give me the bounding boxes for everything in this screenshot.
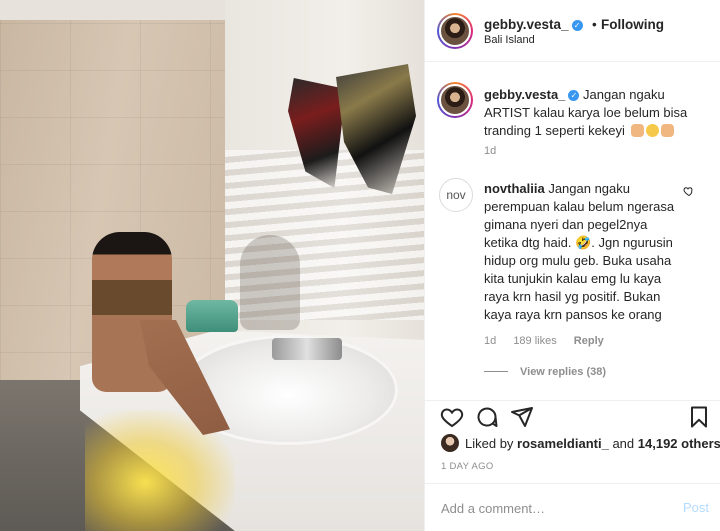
comment-icon[interactable] bbox=[475, 405, 499, 429]
liker-username[interactable]: rosameldianti_ bbox=[517, 436, 609, 451]
view-replies-button[interactable]: View replies (38) bbox=[484, 366, 606, 378]
post-date[interactable]: 1 DAY AGO bbox=[441, 461, 494, 472]
action-bar bbox=[425, 400, 720, 430]
add-comment-bar: Post bbox=[425, 483, 720, 531]
comment-text: novthaliia Jangan ngaku perempuan kalau … bbox=[484, 180, 684, 324]
comment-input[interactable] bbox=[441, 498, 661, 518]
verified-badge-icon: ✓ bbox=[571, 20, 583, 31]
location-link[interactable]: Bali Island bbox=[484, 34, 535, 46]
post-header: gebby.vesta_ ✓ • Following Bali Island bbox=[425, 0, 720, 62]
commenter-username[interactable]: novthaliia bbox=[484, 181, 545, 196]
bookmark-icon[interactable] bbox=[687, 405, 711, 429]
author-avatar[interactable] bbox=[437, 13, 473, 49]
caption-time: 1d bbox=[484, 145, 497, 157]
post-photo[interactable] bbox=[0, 0, 424, 531]
clapping-emoji-icon bbox=[660, 124, 674, 137]
commenter-avatar[interactable]: nov bbox=[439, 178, 473, 212]
like-heart-icon[interactable] bbox=[440, 405, 464, 429]
view-replies-label: View replies (38) bbox=[520, 366, 607, 378]
photo-jars bbox=[186, 300, 238, 332]
reply-button[interactable]: Reply bbox=[574, 335, 604, 347]
grimacing-emoji-icon bbox=[645, 124, 659, 137]
photo-faucet bbox=[272, 338, 342, 360]
photo-shadow bbox=[240, 235, 300, 330]
author-username[interactable]: gebby.vesta_ ✓ bbox=[484, 17, 583, 32]
replies-divider bbox=[484, 371, 508, 372]
caption-text: gebby.vesta_ ✓ Jangan ngaku ARTIST kalau … bbox=[484, 86, 709, 140]
comment-meta: 1d 189 likes Reply bbox=[484, 335, 618, 347]
likes-middle: and bbox=[612, 436, 635, 451]
liker-avatar[interactable] bbox=[441, 434, 459, 452]
comment-likes[interactable]: 189 likes bbox=[513, 335, 556, 347]
comment-like-heart-icon[interactable] bbox=[683, 184, 697, 198]
post-sidebar: gebby.vesta_ ✓ • Following Bali Island ge… bbox=[424, 0, 720, 531]
comment-body: Jangan ngaku perempuan kalau belum ngera… bbox=[484, 181, 675, 322]
comment-time: 1d bbox=[484, 335, 497, 347]
caption-avatar[interactable] bbox=[437, 82, 473, 118]
verified-badge-icon: ✓ bbox=[568, 90, 580, 101]
separator-dot: • bbox=[592, 17, 597, 32]
likes-summary: Liked by rosameldianti_ and 14,192 other… bbox=[441, 434, 720, 452]
likes-others-link[interactable]: 14,192 others bbox=[638, 436, 720, 451]
share-icon[interactable] bbox=[510, 405, 534, 429]
following-button[interactable]: Following bbox=[601, 17, 664, 32]
comments-list[interactable]: gebby.vesta_ ✓ Jangan ngaku ARTIST kalau … bbox=[425, 62, 720, 400]
likes-prefix: Liked by bbox=[465, 436, 514, 451]
ok-hand-emoji-icon bbox=[630, 124, 644, 137]
caption-username[interactable]: gebby.vesta_ bbox=[484, 87, 565, 102]
post-comment-button[interactable]: Post bbox=[683, 500, 709, 515]
